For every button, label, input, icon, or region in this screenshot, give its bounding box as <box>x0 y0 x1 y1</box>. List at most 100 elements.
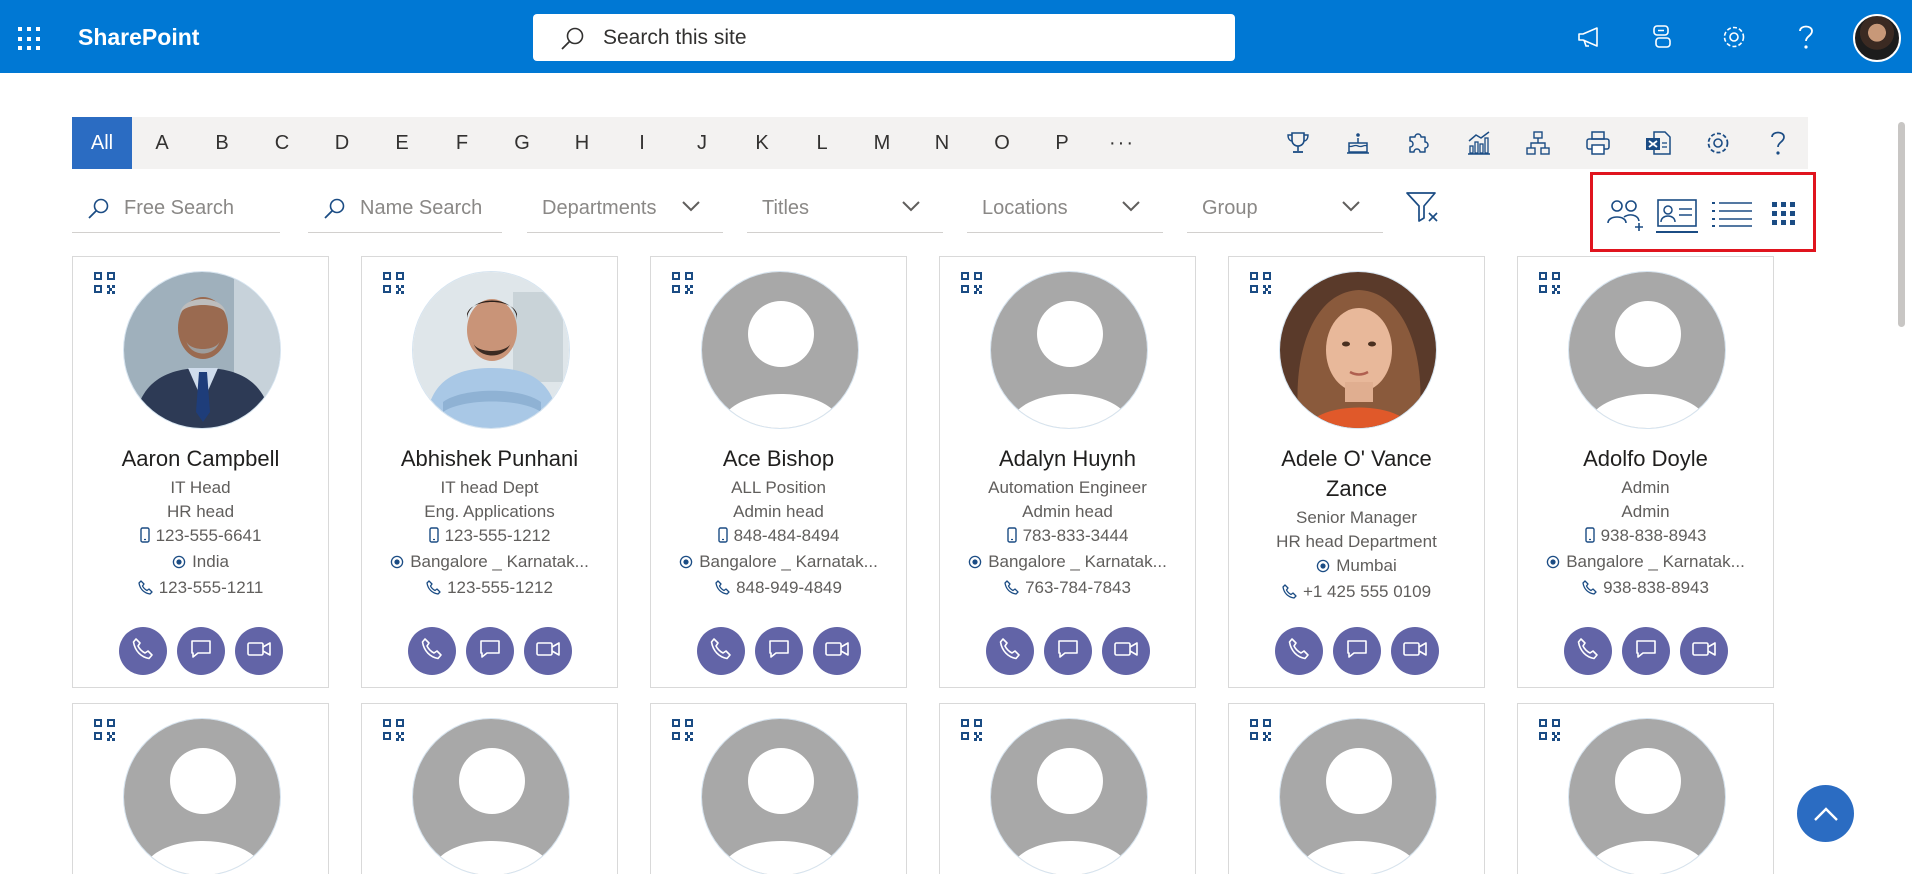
alpha-f[interactable]: F <box>432 117 492 169</box>
alpha-all[interactable]: All <box>72 117 132 169</box>
profile-photo[interactable] <box>701 718 859 874</box>
add-people-view-icon[interactable] <box>1605 195 1647 233</box>
alpha-e[interactable]: E <box>372 117 432 169</box>
person-card[interactable] <box>650 703 907 874</box>
alpha-j[interactable]: J <box>672 117 732 169</box>
alpha-n[interactable]: N <box>912 117 972 169</box>
alpha-i[interactable]: I <box>612 117 672 169</box>
departments-dropdown[interactable]: Departments <box>527 185 723 233</box>
profile-photo[interactable] <box>1279 271 1437 429</box>
alpha-h[interactable]: H <box>552 117 612 169</box>
chat-button[interactable] <box>1332 627 1381 675</box>
call-button[interactable] <box>118 627 167 675</box>
profile-photo[interactable] <box>701 271 859 429</box>
video-call-button[interactable] <box>523 627 572 675</box>
group-dropdown[interactable]: Group <box>1187 185 1383 233</box>
alpha-b[interactable]: B <box>192 117 252 169</box>
clear-filter-icon[interactable] <box>1405 190 1441 229</box>
person-card[interactable] <box>361 703 618 874</box>
site-search-box[interactable] <box>533 14 1235 61</box>
person-name[interactable]: Ace Bishop <box>659 444 898 474</box>
person-name[interactable]: Abhishek Punhani <box>370 444 609 474</box>
person-card[interactable]: Ace Bishop ALL Position Admin head 848-484-… <box>650 256 907 688</box>
grid-view-icon[interactable] <box>1763 195 1805 233</box>
org-chart-icon[interactable] <box>1523 128 1553 158</box>
qr-code-icon[interactable] <box>93 718 117 747</box>
video-call-button[interactable] <box>1101 627 1150 675</box>
list-view-icon[interactable] <box>1711 195 1753 233</box>
person-name[interactable]: Adele O' Vance Zance <box>1237 444 1476 504</box>
profile-photo[interactable] <box>990 718 1148 874</box>
profile-photo[interactable] <box>1279 718 1437 874</box>
profile-photo[interactable] <box>1568 271 1726 429</box>
qr-code-icon[interactable] <box>382 271 406 300</box>
chat-button[interactable] <box>754 627 803 675</box>
app-title[interactable]: SharePoint <box>78 24 199 51</box>
person-card[interactable]: Aaron Campbell IT Head HR head 123-555-6641… <box>72 256 329 688</box>
person-card[interactable] <box>939 703 1196 874</box>
qr-code-icon[interactable] <box>1538 718 1562 747</box>
settings-gear-icon[interactable] <box>1718 21 1750 53</box>
person-card[interactable]: Adalyn Huynh Automation Engineer Admin hea… <box>939 256 1196 688</box>
user-avatar[interactable] <box>1853 14 1901 62</box>
person-name[interactable]: Adalyn Huynh <box>948 444 1187 474</box>
call-button[interactable] <box>407 627 456 675</box>
person-card[interactable] <box>72 703 329 874</box>
person-card[interactable]: Adolfo Doyle Admin Admin 938-838-8943 Bangal… <box>1517 256 1774 688</box>
chat-switch-icon[interactable] <box>1646 21 1678 53</box>
birthday-cake-icon[interactable] <box>1343 128 1373 158</box>
site-search-input[interactable] <box>603 24 1203 51</box>
help-icon[interactable] <box>1763 128 1793 158</box>
locations-dropdown[interactable]: Locations <box>967 185 1163 233</box>
alpha-a[interactable]: A <box>132 117 192 169</box>
alpha-g[interactable]: G <box>492 117 552 169</box>
vertical-scrollbar[interactable] <box>1898 122 1905 327</box>
chat-button[interactable] <box>465 627 514 675</box>
person-name[interactable]: Aaron Campbell <box>81 444 320 474</box>
person-card[interactable]: Adele O' Vance Zance Senior Manager HR hea… <box>1228 256 1485 688</box>
titles-dropdown[interactable]: Titles <box>747 185 943 233</box>
qr-code-icon[interactable] <box>1249 271 1273 300</box>
person-card[interactable]: Abhishek Punhani IT head Dept Eng. Applica… <box>361 256 618 688</box>
call-button[interactable] <box>696 627 745 675</box>
free-search-input[interactable]: Free Search <box>72 185 280 233</box>
qr-code-icon[interactable] <box>1249 718 1273 747</box>
qr-code-icon[interactable] <box>960 718 984 747</box>
scroll-to-top-button[interactable] <box>1797 785 1854 842</box>
profile-photo[interactable] <box>1568 718 1726 874</box>
video-call-button[interactable] <box>1390 627 1439 675</box>
chat-button[interactable] <box>176 627 225 675</box>
chart-icon[interactable] <box>1463 128 1493 158</box>
video-call-button[interactable] <box>1679 627 1728 675</box>
profile-photo[interactable] <box>990 271 1148 429</box>
person-name[interactable]: Adolfo Doyle <box>1526 444 1765 474</box>
print-icon[interactable] <box>1583 128 1613 158</box>
alpha-l[interactable]: L <box>792 117 852 169</box>
person-card[interactable] <box>1228 703 1485 874</box>
alpha-more-button[interactable]: ··· <box>1092 132 1152 155</box>
excel-export-icon[interactable] <box>1643 128 1673 158</box>
profile-photo[interactable] <box>123 271 281 429</box>
qr-code-icon[interactable] <box>93 271 117 300</box>
call-button[interactable] <box>1274 627 1323 675</box>
alpha-k[interactable]: K <box>732 117 792 169</box>
profile-photo[interactable] <box>412 271 570 429</box>
profile-photo[interactable] <box>412 718 570 874</box>
alpha-p[interactable]: P <box>1032 117 1092 169</box>
profile-photo[interactable] <box>123 718 281 874</box>
video-call-button[interactable] <box>812 627 861 675</box>
video-call-button[interactable] <box>234 627 283 675</box>
help-icon[interactable] <box>1790 21 1822 53</box>
trophy-icon[interactable] <box>1283 128 1313 158</box>
app-launcher-icon[interactable] <box>18 27 42 51</box>
alpha-d[interactable]: D <box>312 117 372 169</box>
settings-icon[interactable] <box>1703 128 1733 158</box>
call-button[interactable] <box>985 627 1034 675</box>
chat-button[interactable] <box>1621 627 1670 675</box>
call-button[interactable] <box>1563 627 1612 675</box>
chat-button[interactable] <box>1043 627 1092 675</box>
megaphone-icon[interactable] <box>1574 21 1606 53</box>
alpha-c[interactable]: C <box>252 117 312 169</box>
card-view-icon[interactable] <box>1656 195 1698 233</box>
qr-code-icon[interactable] <box>1538 271 1562 300</box>
